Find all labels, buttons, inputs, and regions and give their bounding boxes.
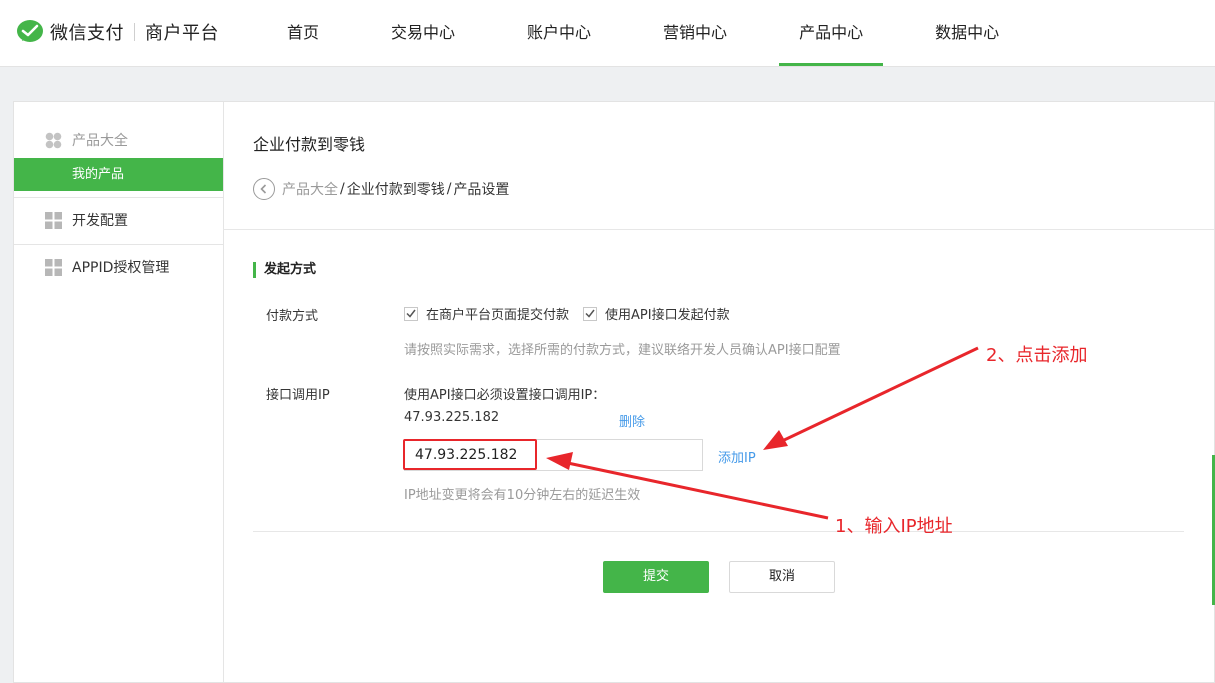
payment-method-tip: 请按照实际需求，选择所需的付款方式，建议联络开发人员确认API接口配置 <box>404 343 841 358</box>
ip-description: 使用API接口必须设置接口调用IP： <box>404 388 606 403</box>
submit-button[interactable]: 提交 <box>603 561 709 593</box>
ip-label: 接口调用IP <box>266 388 330 403</box>
breadcrumb-product-all[interactable]: 产品大全 <box>282 179 338 199</box>
page-title: 企业付款到零钱 <box>253 135 366 154</box>
sidebar-item-my-products[interactable]: 我的产品 <box>14 158 223 191</box>
sidebar: 产品大全 我的产品 开发配置 APPID授权管理 <box>14 102 224 682</box>
sidebar-divider <box>14 244 223 245</box>
checkmark-icon <box>406 309 416 318</box>
breadcrumb-product[interactable]: 企业付款到零钱 <box>347 179 445 199</box>
sidebar-divider <box>14 197 223 198</box>
product-cluster-icon <box>45 132 62 148</box>
sidebar-item-dev-config[interactable]: 开发配置 <box>14 208 223 232</box>
grid-icon <box>45 211 62 229</box>
sidebar-item-product-all[interactable]: 产品大全 <box>14 128 223 152</box>
cancel-button[interactable]: 取消 <box>729 561 835 593</box>
sidebar-item-appid-manage[interactable]: APPID授权管理 <box>14 255 223 279</box>
main-panel: 产品大全 我的产品 开发配置 APPID授权管理 企业付款到零钱 产品大全 / … <box>13 101 1215 683</box>
main-nav: 首页 交易中心 账户中心 营销中心 产品中心 数据中心 <box>267 0 1051 66</box>
nav-home[interactable]: 首页 <box>267 0 339 66</box>
option-api-label[interactable]: 使用API接口发起付款 <box>605 304 730 323</box>
breadcrumb-separator: / <box>340 181 345 197</box>
nav-marketing-center[interactable]: 营销中心 <box>643 0 747 66</box>
sidebar-item-label: 产品大全 <box>72 133 128 149</box>
sidebar-group-products: 产品大全 我的产品 <box>14 128 223 191</box>
checkmark-icon <box>585 309 595 318</box>
add-ip-link[interactable]: 添加IP <box>718 447 756 466</box>
grid-icon <box>45 258 62 276</box>
ip-input[interactable] <box>404 439 703 471</box>
sidebar-group-appid: APPID授权管理 <box>14 255 223 279</box>
header-divider <box>223 229 1214 230</box>
nav-data-center[interactable]: 数据中心 <box>915 0 1019 66</box>
option-merchant-page-label[interactable]: 在商户平台页面提交付款 <box>426 304 569 323</box>
chevron-left-icon <box>260 184 267 194</box>
payment-method-label: 付款方式 <box>266 309 319 324</box>
delete-ip-link[interactable]: 删除 <box>619 411 645 430</box>
section-title: 发起方式 <box>253 262 316 278</box>
existing-ip: 47.93.225.182 <box>404 410 500 425</box>
checkbox-api[interactable] <box>583 306 598 321</box>
nav-account-center[interactable]: 账户中心 <box>507 0 611 66</box>
content-area: 企业付款到零钱 产品大全 / 企业付款到零钱 / 产品设置 发起方式 付款方式 … <box>223 102 1214 682</box>
ip-change-tip: IP地址变更将会有10分钟左右的延迟生效 <box>404 488 641 503</box>
sidebar-group-dev: 开发配置 <box>14 208 223 232</box>
sidebar-item-label: 开发配置 <box>72 213 128 229</box>
wechat-pay-logo-icon <box>17 20 43 42</box>
breadcrumb: 产品大全 / 企业付款到零钱 / 产品设置 <box>253 178 509 200</box>
brand-logo[interactable]: 微信支付 商户平台 <box>16 18 219 46</box>
brand-separator <box>134 23 135 41</box>
back-button[interactable] <box>253 178 275 200</box>
checkbox-merchant-page[interactable] <box>404 306 418 321</box>
brand-name: 微信支付 <box>50 23 124 44</box>
form-divider <box>253 531 1184 532</box>
sidebar-item-label: APPID授权管理 <box>72 260 170 276</box>
breadcrumb-separator: / <box>446 181 452 197</box>
brand-subtitle: 商户平台 <box>145 23 219 44</box>
nav-product-center[interactable]: 产品中心 <box>779 0 884 66</box>
breadcrumb-current: 产品设置 <box>453 182 510 198</box>
nav-trade-center[interactable]: 交易中心 <box>371 0 475 66</box>
top-header: 微信支付 商户平台 首页 交易中心 账户中心 营销中心 产品中心 数据中心 <box>0 0 1215 67</box>
payment-method-options: 在商户平台页面提交付款 使用API接口发起付款 <box>404 304 744 323</box>
